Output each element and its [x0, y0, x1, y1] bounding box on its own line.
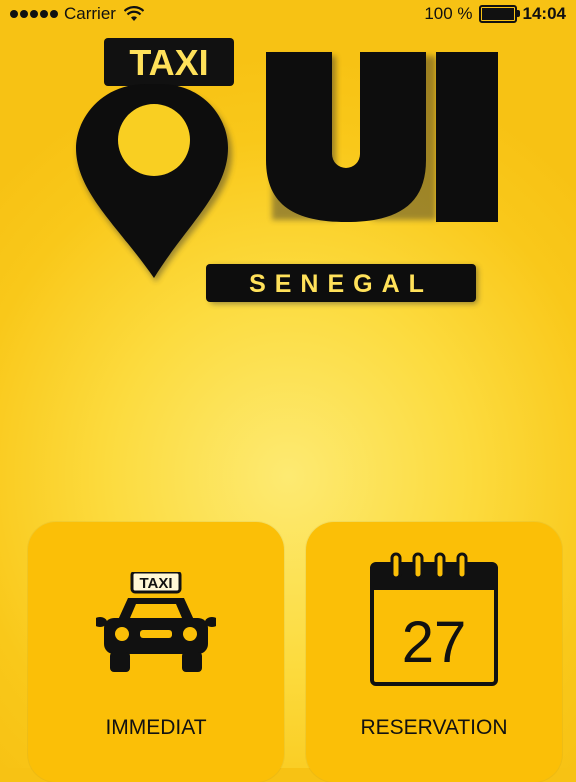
reservation-label: RESERVATION [360, 716, 508, 739]
taxi-sign-text: TAXI [139, 575, 172, 592]
battery-fill [481, 8, 514, 20]
signal-strength-icon [10, 10, 58, 18]
logo-graphic: TAXI SENEGAL [76, 38, 498, 304]
calendar-icon: 27 [368, 552, 500, 688]
reservation-button[interactable]: 27 RESERVATION [306, 522, 562, 782]
logo-taxi-text: TAXI [129, 42, 208, 83]
battery-percent: 100 % [424, 4, 473, 23]
status-left: Carrier [10, 4, 144, 24]
status-time: 14:04 [522, 4, 566, 23]
status-right: 100 % 14:04 [424, 4, 566, 24]
status-bar: Carrier 100 % 14:04 [0, 0, 576, 28]
carrier-label: Carrier [64, 4, 116, 23]
immediat-button[interactable]: TAXI IMMEDIAT [28, 522, 284, 782]
taxi-oui-logo: TAXI SENEGAL [60, 30, 500, 320]
logo-country-text: SENEGAL [249, 270, 433, 298]
battery-icon [478, 5, 520, 23]
wifi-icon [123, 6, 144, 21]
calendar-day: 27 [402, 610, 467, 675]
taxi-car-icon: TAXI [93, 570, 219, 678]
logo-oui-letters [266, 52, 498, 222]
immediat-label: IMMEDIAT [105, 716, 207, 739]
